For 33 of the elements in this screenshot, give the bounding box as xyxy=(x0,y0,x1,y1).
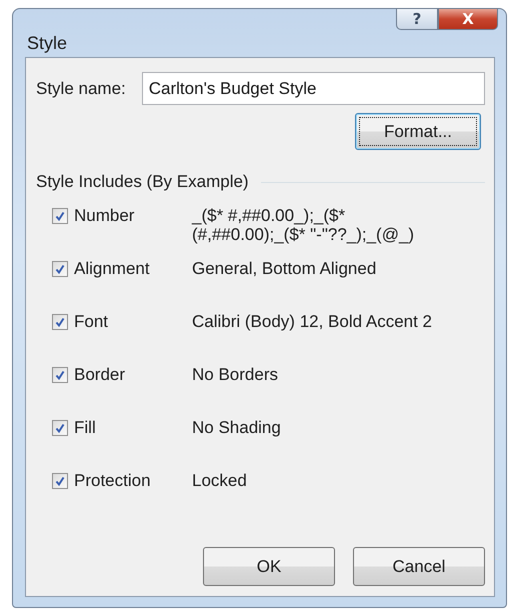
checkbox[interactable] xyxy=(52,420,68,436)
item-value: Locked xyxy=(192,471,247,490)
check-icon xyxy=(54,475,66,487)
checkbox-label[interactable]: Border xyxy=(74,365,126,385)
item-value: No Borders xyxy=(192,365,278,384)
item-value: Calibri (Body) 12, Bold Accent 2 xyxy=(192,312,432,331)
style-name-field[interactable]: Carlton's Budget Style xyxy=(142,72,485,105)
close-button[interactable]: X xyxy=(438,8,498,30)
check-icon xyxy=(54,316,66,328)
checkbox-label[interactable]: Protection xyxy=(74,471,151,491)
checkbox[interactable] xyxy=(52,314,68,330)
checkbox[interactable] xyxy=(52,367,68,383)
checkbox[interactable] xyxy=(52,473,68,489)
checkbox[interactable] xyxy=(52,261,68,277)
check-icon xyxy=(54,369,66,381)
format-button[interactable]: Format... xyxy=(355,113,481,150)
item-value: General, Bottom Aligned xyxy=(192,259,376,278)
checkbox-label[interactable]: Number xyxy=(74,206,134,226)
dialog-button[interactable]: OK xyxy=(203,547,335,586)
dialog-button[interactable]: Cancel xyxy=(353,547,485,586)
check-icon xyxy=(54,210,66,222)
item-value: _($* #,##0.00_);_($* (#,##0.00);_($* "-"??_);_(@_) xyxy=(192,206,414,244)
style-name-label: Style name: xyxy=(36,78,126,98)
help-button[interactable]: ? xyxy=(396,8,438,30)
check-icon xyxy=(54,263,66,275)
checkbox-label[interactable]: Alignment xyxy=(74,259,150,279)
group-title: Style Includes (By Example) xyxy=(36,172,249,192)
check-icon xyxy=(54,422,66,434)
checkbox-label[interactable]: Font xyxy=(74,312,108,332)
checkbox-label[interactable]: Fill xyxy=(74,418,96,438)
checkbox[interactable] xyxy=(52,208,68,224)
item-value: No Shading xyxy=(192,418,281,437)
window-title: Style xyxy=(27,33,68,54)
